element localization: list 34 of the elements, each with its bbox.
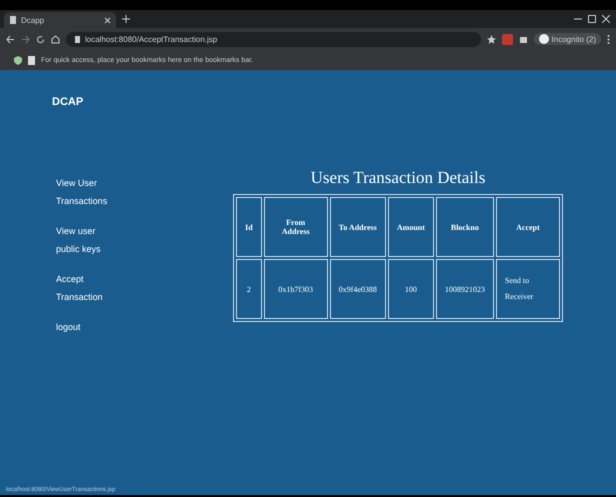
column-header: Accept [496, 197, 560, 257]
sidebar-link[interactable]: logout [56, 318, 116, 336]
forward-icon[interactable] [21, 34, 30, 44]
back-icon[interactable] [6, 34, 15, 44]
app-logo: DCAP [52, 96, 84, 108]
close-icon[interactable] [602, 15, 610, 23]
close-icon[interactable] [104, 16, 111, 24]
table-cell: 100 [388, 259, 434, 319]
table-cell: 2 [236, 259, 262, 319]
page-icon [28, 56, 35, 64]
shield-icon [14, 56, 22, 64]
table-cell: 0x9f4e0388 [330, 259, 386, 319]
column-header: Amount [388, 197, 434, 257]
column-header: Id [236, 197, 262, 257]
column-header: To Address [330, 197, 386, 257]
table-cell: 1008921023 [436, 259, 494, 319]
profile-button[interactable]: Incognito (2) [534, 33, 601, 45]
sidebar-link[interactable]: View user public keys [56, 222, 116, 258]
menu-icon[interactable] [607, 34, 610, 44]
reload-icon[interactable] [36, 34, 45, 44]
page-icon [9, 16, 17, 24]
maximize-icon[interactable] [588, 15, 596, 23]
table-cell: 0x1b7f303 [264, 259, 328, 319]
column-header: From Address [264, 197, 328, 257]
sidebar-link[interactable]: View User Transactions [56, 174, 116, 210]
column-header: Blockno [436, 197, 494, 257]
sidebar-link[interactable]: Accept Transaction [56, 270, 116, 306]
address-bar[interactable]: localhost:8080/AcceptTransaction.jsp [66, 32, 481, 46]
incognito-icon [538, 34, 549, 44]
page-title: Users Transaction Details [310, 168, 486, 188]
new-tab-icon[interactable] [122, 15, 130, 23]
star-icon[interactable] [486, 34, 496, 44]
browser-tab[interactable]: Dcapp [4, 12, 116, 28]
home-icon[interactable] [51, 34, 60, 44]
